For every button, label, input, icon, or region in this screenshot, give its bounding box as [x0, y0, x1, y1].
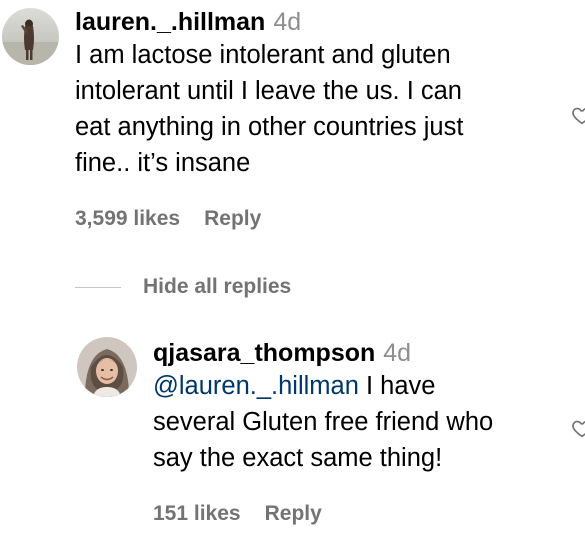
avatar[interactable]	[2, 8, 59, 65]
reply-qjasara: qjasara_thompson 4d @lauren._.hillman I h…	[0, 330, 585, 536]
heart-icon[interactable]	[571, 417, 585, 439]
avatar-photo	[2, 8, 59, 65]
username[interactable]: qjasara_thompson	[153, 339, 375, 367]
reply-meta: 151 likes Reply	[153, 502, 322, 526]
comment-lauren: lauren._.hillman 4d I am lactose intolera…	[0, 0, 585, 250]
reply-header: qjasara_thompson 4d	[153, 339, 563, 367]
comment-meta: 3,599 likes Reply	[75, 207, 261, 231]
comment-text: I am lactose intolerant and gluten intol…	[75, 41, 464, 177]
reply-text: @lauren._.hillman I have several Gluten …	[153, 368, 563, 476]
username[interactable]: lauren._.hillman	[75, 8, 265, 36]
reply-button[interactable]: Reply	[204, 207, 261, 230]
likes-count[interactable]: 151 likes	[153, 502, 241, 525]
hide-replies-toggle[interactable]: Hide all replies	[75, 272, 291, 302]
reply-content: qjasara_thompson 4d @lauren._.hillman I h…	[153, 339, 563, 476]
avatar[interactable]	[77, 337, 137, 397]
heart-icon[interactable]	[571, 104, 585, 126]
timestamp: 4d	[273, 8, 302, 36]
timestamp: 4d	[383, 339, 412, 367]
comment-header: lauren._.hillman 4d	[75, 8, 565, 36]
avatar-photo	[77, 337, 137, 397]
reply-button[interactable]: Reply	[265, 502, 322, 525]
comment-content: lauren._.hillman 4d I am lactose intolera…	[75, 8, 565, 181]
divider	[75, 286, 121, 288]
hide-replies-label: Hide all replies	[143, 275, 292, 298]
likes-count[interactable]: 3,599 likes	[75, 207, 180, 230]
mention-link[interactable]: @lauren._.hillman	[153, 372, 359, 400]
